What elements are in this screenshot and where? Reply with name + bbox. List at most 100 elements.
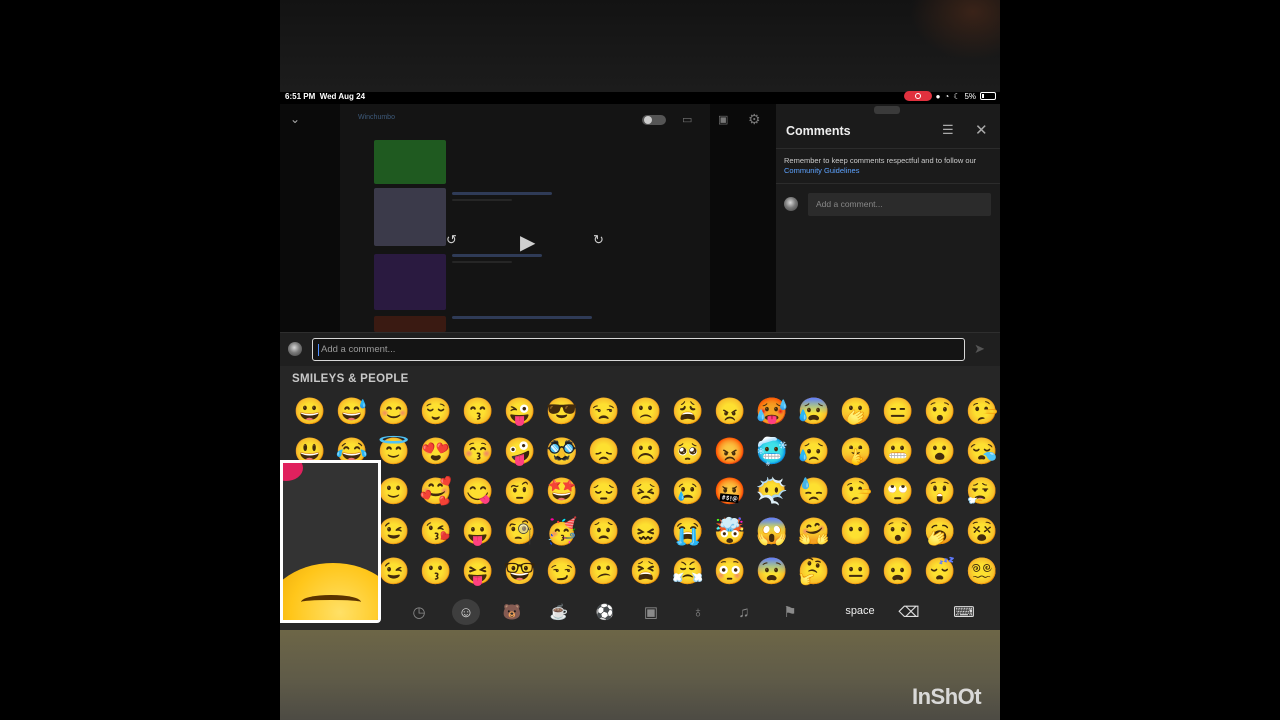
flag-icon[interactable]: ⚑ bbox=[776, 599, 804, 625]
emoji-key[interactable]: 😶 bbox=[835, 511, 877, 551]
emoji-key[interactable]: 😶‍🌫️ bbox=[751, 471, 793, 511]
smiley-icon[interactable]: ☺ bbox=[452, 599, 480, 625]
emoji-key[interactable]: 😝 bbox=[457, 551, 499, 591]
emoji-key[interactable]: 😏 bbox=[541, 551, 583, 591]
send-icon[interactable]: ➤ bbox=[974, 341, 985, 357]
emoji-key[interactable]: 😔 bbox=[583, 471, 625, 511]
bulb-icon[interactable]: ♁ bbox=[684, 599, 712, 625]
picture-in-picture-overlay[interactable] bbox=[280, 460, 381, 623]
community-guidelines-link[interactable]: Community Guidelines bbox=[784, 166, 859, 175]
emoji-key[interactable]: 😯 bbox=[877, 511, 919, 551]
emoji-key[interactable]: 🥺 bbox=[667, 431, 709, 471]
emoji-key[interactable]: 😯 bbox=[919, 391, 961, 431]
panel-handle[interactable] bbox=[874, 106, 900, 114]
close-icon[interactable]: ✕ bbox=[975, 121, 988, 139]
emoji-key[interactable]: 😚 bbox=[457, 431, 499, 471]
emoji-key[interactable]: 😮 bbox=[919, 431, 961, 471]
emoji-key[interactable]: 😲 bbox=[919, 471, 961, 511]
emoji-key[interactable]: 🤫 bbox=[835, 431, 877, 471]
filter-icon[interactable]: ☰ bbox=[942, 122, 954, 138]
emoji-key[interactable]: 🧐 bbox=[499, 511, 541, 551]
emoji-key[interactable]: 😠 bbox=[709, 391, 751, 431]
comment-input[interactable]: Add a comment... bbox=[312, 338, 965, 361]
emoji-key[interactable]: 🤓 bbox=[499, 551, 541, 591]
emoji-key[interactable]: 😎 bbox=[541, 391, 583, 431]
emoji-key[interactable]: 😵 bbox=[961, 511, 1003, 551]
forward-icon[interactable]: ↻ bbox=[593, 232, 604, 248]
emoji-key[interactable]: 🙁 bbox=[625, 391, 667, 431]
emoji-key[interactable]: 🥳 bbox=[541, 511, 583, 551]
emoji-key[interactable]: 😗 bbox=[415, 551, 457, 591]
keyboard-dismiss-icon[interactable]: ⌨ bbox=[950, 599, 978, 625]
emoji-key[interactable]: 😦 bbox=[877, 551, 919, 591]
cast-icon[interactable]: ▭ bbox=[682, 113, 692, 126]
emoji-key[interactable]: 😤 bbox=[667, 551, 709, 591]
emoji-key[interactable]: 😋 bbox=[457, 471, 499, 511]
emoji-key[interactable]: 😮‍💨 bbox=[961, 471, 1003, 511]
emoji-key[interactable]: 🤥 bbox=[961, 391, 1003, 431]
emoji-key[interactable]: 🥰 bbox=[415, 471, 457, 511]
space-key[interactable]: space bbox=[820, 602, 900, 622]
emoji-key[interactable]: 😣 bbox=[625, 471, 667, 511]
emoji-key[interactable]: 🥱 bbox=[919, 511, 961, 551]
symbols-icon[interactable]: ♫ bbox=[730, 599, 758, 625]
emoji-key[interactable]: 😢 bbox=[667, 471, 709, 511]
emoji-key[interactable]: 😜 bbox=[499, 391, 541, 431]
emoji-key[interactable]: 😕 bbox=[583, 551, 625, 591]
emoji-key[interactable]: 😟 bbox=[583, 511, 625, 551]
emoji-key[interactable]: 🤬 bbox=[709, 471, 751, 511]
emoji-key[interactable]: 😬 bbox=[877, 431, 919, 471]
emoji-key[interactable]: 😛 bbox=[457, 511, 499, 551]
chevron-down-icon[interactable]: ⌄ bbox=[290, 112, 300, 126]
emoji-key[interactable]: 😓 bbox=[793, 471, 835, 511]
emoji-key[interactable]: 🙄 bbox=[877, 471, 919, 511]
emoji-key[interactable]: 😐 bbox=[835, 551, 877, 591]
emoji-key[interactable]: 😥 bbox=[793, 431, 835, 471]
emoji-key[interactable]: 😖 bbox=[625, 511, 667, 551]
emoji-key[interactable]: 🤗 bbox=[793, 511, 835, 551]
video-player[interactable]: ⌄ Winchumbo ▭ ▣ ⚙ ↺ ▶ ↻ bbox=[280, 104, 776, 332]
clock-icon[interactable]: ◷ bbox=[405, 599, 433, 625]
emoji-key[interactable]: 😀 bbox=[289, 391, 331, 431]
emoji-key[interactable]: 😅 bbox=[331, 391, 373, 431]
food-icon[interactable]: ☕ bbox=[545, 599, 573, 625]
emoji-key[interactable]: 😫 bbox=[625, 551, 667, 591]
emoji-key[interactable]: 😘 bbox=[415, 511, 457, 551]
emoji-key[interactable]: 😰 bbox=[793, 391, 835, 431]
emoji-key[interactable]: 🥶 bbox=[751, 431, 793, 471]
emoji-key[interactable]: 😞 bbox=[583, 431, 625, 471]
emoji-key[interactable]: 😴 bbox=[919, 551, 961, 591]
backspace-icon[interactable]: ⌫ bbox=[895, 599, 923, 625]
ball-icon[interactable]: ⚽ bbox=[591, 599, 619, 625]
rewind-icon[interactable]: ↺ bbox=[446, 232, 457, 248]
emoji-key[interactable]: 🥵 bbox=[751, 391, 793, 431]
car-icon[interactable]: ▣ bbox=[637, 599, 665, 625]
emoji-key[interactable]: 😙 bbox=[457, 391, 499, 431]
emoji-key[interactable]: 🫢 bbox=[835, 391, 877, 431]
emoji-key[interactable]: 😭 bbox=[667, 511, 709, 551]
emoji-key[interactable]: 😊 bbox=[373, 391, 415, 431]
emoji-key[interactable]: 😳 bbox=[709, 551, 751, 591]
emoji-key[interactable]: 😑 bbox=[877, 391, 919, 431]
emoji-key[interactable]: 🥸 bbox=[541, 431, 583, 471]
comment-input-placeholder[interactable]: Add a comment... bbox=[808, 193, 991, 216]
animal-icon[interactable]: 🐻 bbox=[498, 599, 526, 625]
emoji-key[interactable]: 😪 bbox=[961, 431, 1003, 471]
emoji-key[interactable]: 😨 bbox=[751, 551, 793, 591]
emoji-key[interactable]: 🤪 bbox=[499, 431, 541, 471]
emoji-key[interactable]: 😱 bbox=[751, 511, 793, 551]
emoji-key[interactable]: 🤯 bbox=[709, 511, 751, 551]
emoji-key[interactable]: 😒 bbox=[583, 391, 625, 431]
autoplay-toggle[interactable] bbox=[642, 115, 666, 125]
emoji-key[interactable]: 😌 bbox=[415, 391, 457, 431]
emoji-key[interactable]: 🤥 bbox=[835, 471, 877, 511]
emoji-key[interactable]: 😡 bbox=[709, 431, 751, 471]
emoji-key[interactable]: ☹️ bbox=[625, 431, 667, 471]
emoji-key[interactable]: 😵‍💫 bbox=[961, 551, 1003, 591]
play-icon[interactable]: ▶ bbox=[520, 230, 535, 255]
captions-icon[interactable]: ▣ bbox=[718, 113, 728, 126]
emoji-key[interactable]: 🤩 bbox=[541, 471, 583, 511]
emoji-key[interactable]: 🤔 bbox=[793, 551, 835, 591]
emoji-key[interactable]: 😩 bbox=[667, 391, 709, 431]
emoji-key[interactable]: 😍 bbox=[415, 431, 457, 471]
